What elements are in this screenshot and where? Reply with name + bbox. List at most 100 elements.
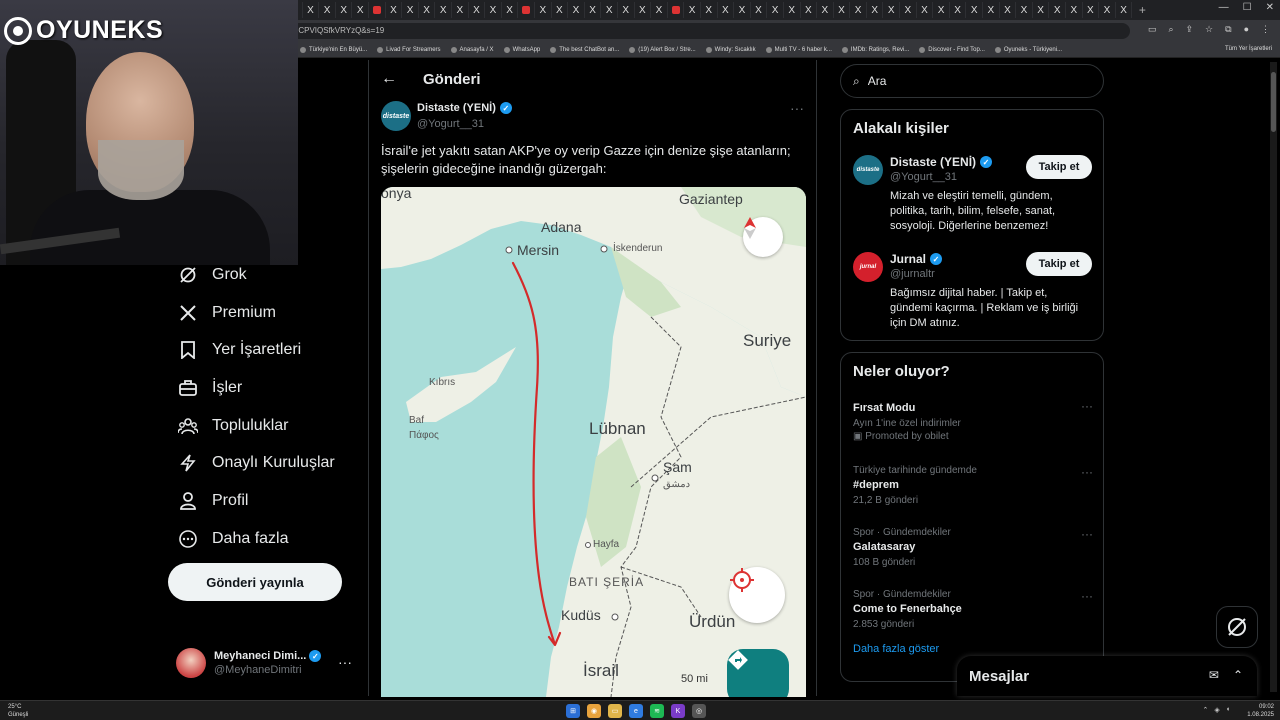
- browser-tab[interactable]: X: [568, 2, 585, 18]
- bookmark-item[interactable]: (19) Alert Box / Stre...: [629, 46, 696, 53]
- sidebar-item-topluluklar[interactable]: Topluluklar: [168, 407, 368, 445]
- browser-tab[interactable]: X: [933, 2, 950, 18]
- all-bookmarks-link[interactable]: Tüm Yer İşaretleri: [1225, 46, 1272, 52]
- expand-chevron-icon[interactable]: ⌃: [1233, 668, 1243, 682]
- browser-tab[interactable]: X: [966, 2, 984, 18]
- browser-tab[interactable]: X: [1049, 2, 1066, 18]
- post-button[interactable]: Gönderi yayınla: [168, 563, 342, 601]
- share-icon[interactable]: ⇪: [1186, 24, 1194, 35]
- trend-item[interactable]: Spor · Gündemdekiler Galatasaray 108 B gön…: [853, 527, 1093, 568]
- menu-icon[interactable]: ⋮: [1261, 24, 1270, 35]
- relevant-person[interactable]: distaste Distaste (YENİ) ✓ @Yogurt__31 Mizah…: [853, 155, 1093, 235]
- new-tab-button[interactable]: +: [1132, 2, 1152, 18]
- show-more-link[interactable]: Daha fazla göster: [853, 643, 939, 655]
- browser-tab[interactable]: X: [734, 2, 751, 18]
- bookmark-item[interactable]: The best ChatBot an...: [550, 46, 619, 53]
- browser-tab[interactable]: X: [917, 2, 934, 18]
- browser-tab[interactable]: [518, 2, 535, 18]
- bookmark-item[interactable]: IMDb: Ratings, Revi...: [841, 46, 909, 53]
- star-icon[interactable]: ☆: [1205, 24, 1213, 35]
- browser-tab[interactable]: X: [319, 2, 336, 18]
- browser-tab[interactable]: X: [684, 2, 701, 18]
- browser-tab[interactable]: X: [1066, 2, 1083, 18]
- browser-tab[interactable]: X: [502, 2, 519, 18]
- browser-tab[interactable]: X: [1016, 2, 1033, 18]
- follow-button[interactable]: Takip et: [1026, 252, 1092, 276]
- browser-tab[interactable]: X: [386, 2, 403, 18]
- relevant-person[interactable]: jurnal Jurnal ✓ @jurnaltr Bağımsız dijital h…: [853, 252, 1093, 332]
- search-input[interactable]: [867, 74, 1068, 88]
- more-dots-icon[interactable]: ···: [338, 654, 352, 670]
- grok-floating-button[interactable]: [1216, 606, 1258, 648]
- clock[interactable]: 09:02 1.08.2025: [1247, 703, 1274, 719]
- search-box[interactable]: ⌕: [840, 64, 1104, 98]
- browser-tab[interactable]: X: [352, 2, 370, 18]
- tweet-author-handle[interactable]: @Yogurt__31: [417, 118, 484, 130]
- more-dots-icon[interactable]: ···: [1081, 527, 1093, 541]
- browser-tab[interactable]: X: [718, 2, 735, 18]
- bookmark-item[interactable]: Anasayfa / X: [450, 46, 494, 53]
- browser-tab[interactable]: X: [303, 2, 320, 18]
- weather-widget[interactable]: 25°C Güneşli: [8, 703, 28, 719]
- sidebar-item-profil[interactable]: Profil: [168, 482, 368, 520]
- browser-tab[interactable]: X: [601, 2, 618, 18]
- browser-tab[interactable]: [668, 2, 685, 18]
- trend-item[interactable]: Fırsat Modu Ayın 1'ine özel indirimler ▣ P…: [853, 399, 1093, 442]
- bookmark-item[interactable]: WhatsApp: [503, 46, 540, 53]
- account-switcher[interactable]: Meyhaneci Dimi... ✓ @MeyhaneDimitri ···: [176, 646, 356, 680]
- network-icon[interactable]: ◈: [1214, 706, 1219, 714]
- obs-icon[interactable]: ◎: [692, 704, 706, 718]
- folder-icon[interactable]: ▭: [608, 704, 622, 718]
- browser-tab[interactable]: X: [1033, 2, 1050, 18]
- browser-tab[interactable]: X: [983, 2, 1000, 18]
- browser-tab[interactable]: X: [535, 2, 552, 18]
- browser-tab[interactable]: X: [784, 2, 801, 18]
- browser-tab[interactable]: X: [701, 2, 718, 18]
- browser-tab[interactable]: X: [850, 2, 867, 18]
- messages-drawer[interactable]: Mesajlar ✉ ⌃: [957, 656, 1257, 696]
- minimize-icon[interactable]: —: [1219, 2, 1229, 13]
- bookmark-item[interactable]: Türkiye'nin En Büyü...: [300, 46, 367, 53]
- compass-icon[interactable]: [743, 217, 783, 257]
- browser-tab[interactable]: X: [817, 2, 834, 18]
- browser-tab[interactable]: X: [635, 2, 652, 18]
- browser-tab[interactable]: X: [585, 2, 602, 18]
- sidebar-item-premium[interactable]: Premium: [168, 294, 368, 332]
- browser-tab[interactable]: X: [435, 2, 453, 18]
- chrome-icon[interactable]: ◉: [587, 704, 601, 718]
- browser-tab[interactable]: X: [950, 2, 967, 18]
- bookmark-item[interactable]: Livad For Streamers: [377, 46, 441, 53]
- directions-icon[interactable]: [727, 649, 789, 697]
- more-dots-icon[interactable]: ···: [790, 100, 804, 116]
- browser-tab[interactable]: X: [1099, 2, 1116, 18]
- bookmark-item[interactable]: Multi TV - 6 haber k...: [765, 46, 832, 53]
- tweet-avatar[interactable]: distaste: [381, 101, 411, 131]
- browser-tab[interactable]: X: [1116, 2, 1133, 18]
- sidebar-item-yer-i-aretleri[interactable]: Yer İşaretleri: [168, 331, 368, 369]
- spotify-icon[interactable]: ≋: [650, 704, 664, 718]
- more-dots-icon[interactable]: ···: [1081, 399, 1093, 413]
- browser-tab[interactable]: X: [336, 2, 353, 18]
- browser-tab[interactable]: X: [452, 2, 469, 18]
- bookmark-item[interactable]: Oyuneks - Türkiyeni...: [994, 46, 1062, 53]
- more-dots-icon[interactable]: ···: [1081, 465, 1093, 479]
- browser-tab[interactable]: X: [552, 2, 569, 18]
- browser-tab[interactable]: X: [900, 2, 917, 18]
- volume-icon[interactable]: ◖: [1226, 706, 1230, 714]
- person-name[interactable]: Jurnal ✓: [890, 252, 943, 266]
- locate-icon[interactable]: [729, 567, 785, 623]
- tweet-author-name[interactable]: Distaste (YENİ) ✓: [417, 102, 512, 114]
- browser-tab[interactable]: X: [469, 2, 486, 18]
- kick-icon[interactable]: K: [671, 704, 685, 718]
- cast-icon[interactable]: ▭: [1148, 24, 1157, 35]
- back-arrow-icon[interactable]: ←: [381, 70, 397, 88]
- edge-icon[interactable]: e: [629, 704, 643, 718]
- browser-tab[interactable]: X: [618, 2, 635, 18]
- new-message-icon[interactable]: ✉: [1209, 668, 1219, 682]
- browser-tab[interactable]: X: [1083, 2, 1100, 18]
- url-field[interactable]: ...09381226921985527t=bZvqpEjxHCPVIQSfkV…: [160, 23, 1130, 39]
- sidebar-item-onayl-kurulu-lar[interactable]: Onaylı Kuruluşlar: [168, 444, 368, 482]
- sidebar-item-i-ler[interactable]: İşler: [168, 369, 368, 407]
- bookmark-item[interactable]: Windy: Sıcaklık: [705, 46, 756, 53]
- profile-icon[interactable]: ●: [1244, 24, 1249, 35]
